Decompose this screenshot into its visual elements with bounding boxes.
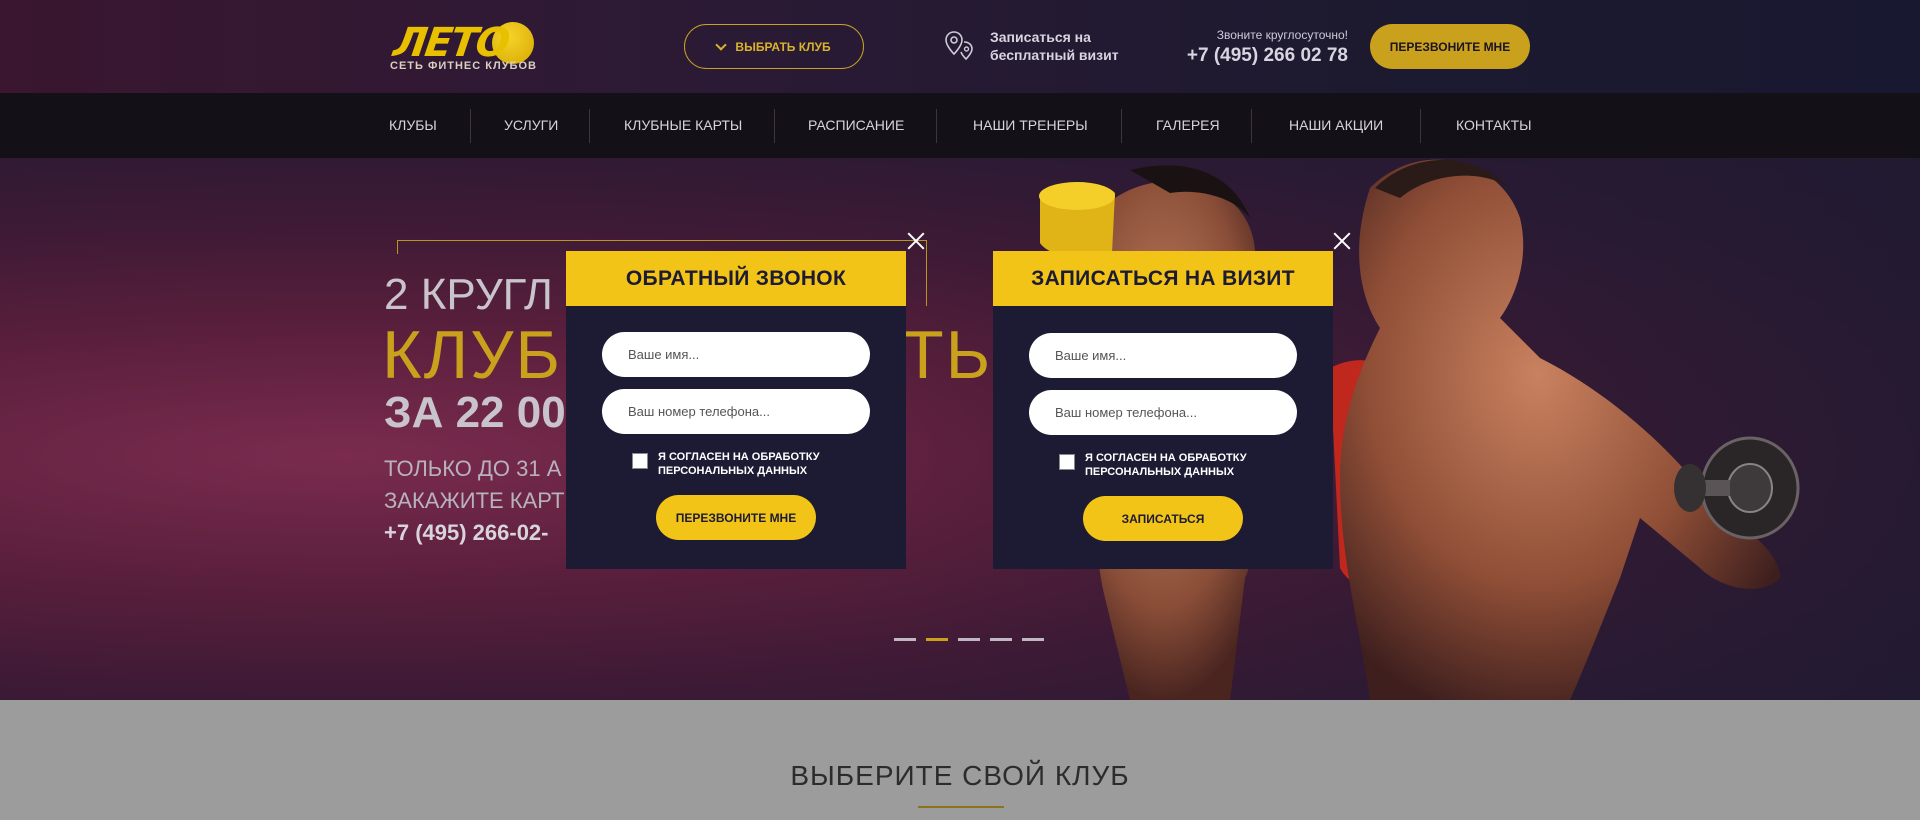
slider-dot[interactable] [990,638,1012,641]
nav-divider [936,109,937,143]
name-input[interactable] [602,332,870,377]
phone-number[interactable]: +7 (495) 266 02 78 [1150,45,1348,67]
nav-divider [589,109,590,143]
nav-divider [470,109,471,143]
consent-checkbox[interactable] [1059,454,1075,470]
phone-note: Звоните круглосуточно! [1216,28,1348,42]
chevron-down-icon [715,38,728,51]
nav-item-promotions[interactable]: НАШИ АКЦИИ [1289,93,1383,158]
hero-slider: 2 КРУГЛ КЛУБ ТЫ ЗА 22 00 ТОЛЬКО ДО 31 А З… [0,158,1920,700]
logo[interactable]: ЛЕТО СЕТЬ ФИТНЕС КЛУБОВ [388,18,538,76]
hero-headline-2-start: КЛУБ [382,317,563,393]
main-nav: КЛУБЫ УСЛУГИ КЛУБНЫЕ КАРТЫ РАСПИСАНИЕ НА… [0,93,1920,158]
callback-button[interactable]: ПЕРЕЗВОНИТЕ МНЕ [1370,24,1530,69]
slider-dot[interactable] [894,638,916,641]
free-visit-line2: бесплатный визит [990,47,1119,63]
hero-frame-right [926,240,927,306]
consent-checkbox[interactable] [632,453,648,469]
consent-row: Я СОГЛАСЕН НА ОБРАБОТКУ ПЕРСОНАЛЬНЫХ ДАН… [1059,451,1255,479]
hero-headline-1: 2 КРУГЛ [384,270,553,319]
nav-divider [774,109,775,143]
hero-price: ЗА 22 00 [384,388,566,437]
phone-input[interactable] [602,389,870,434]
hero-headline-2-end: ТЫ [902,317,1008,393]
section-divider [918,806,1004,808]
slider-dot[interactable] [958,638,980,641]
slider-dot[interactable] [1022,638,1044,641]
close-icon[interactable] [906,231,926,251]
nav-item-club-cards[interactable]: КЛУБНЫЕ КАРТЫ [624,93,742,158]
nav-divider [1251,109,1252,143]
modal-title: ЗАПИСАТЬСЯ НА ВИЗИТ [993,251,1333,306]
modal-title: ОБРАТНЫЙ ЗВОНОК [566,251,906,306]
nav-divider [1420,109,1421,143]
visit-submit-button[interactable]: ЗАПИСАТЬСЯ [1083,496,1243,541]
consent-row: Я СОГЛАСЕН НА ОБРАБОТКУ ПЕРСОНАЛЬНЫХ ДАН… [632,450,828,478]
name-input[interactable] [1029,333,1297,378]
map-pin-icon [945,31,973,61]
hero-frame-top [397,240,927,241]
visit-modal: ЗАПИСАТЬСЯ НА ВИЗИТ Я СОГЛАСЕН НА ОБРАБО… [993,251,1333,569]
free-visit-link[interactable]: Записаться на бесплатный визит [990,28,1119,64]
site-header: ЛЕТО СЕТЬ ФИТНЕС КЛУБОВ ВЫБРАТЬ КЛУБ Зап… [0,0,1920,93]
choose-club-section: ВЫБЕРИТЕ СВОЙ КЛУБ [0,700,1920,820]
slider-dots [894,638,1044,641]
free-visit-line1: Записаться на [990,29,1091,45]
nav-item-contacts[interactable]: КОНТАКТЫ [1456,93,1532,158]
choose-club-button[interactable]: ВЫБРАТЬ КЛУБ [684,24,864,69]
close-icon[interactable] [1332,231,1352,251]
nav-item-gallery[interactable]: ГАЛЕРЕЯ [1156,93,1220,158]
section-title: ВЫБЕРИТЕ СВОЙ КЛУБ [790,760,1130,791]
consent-label: Я СОГЛАСЕН НА ОБРАБОТКУ ПЕРСОНАЛЬНЫХ ДАН… [658,451,820,477]
nav-item-schedule[interactable]: РАСПИСАНИЕ [808,93,904,158]
consent-label: Я СОГЛАСЕН НА ОБРАБОТКУ ПЕРСОНАЛЬНЫХ ДАН… [1085,452,1247,478]
hero-cta-text: ЗАКАЖИТЕ КАРТ [384,488,565,513]
choose-club-label: ВЫБРАТЬ КЛУБ [735,39,831,54]
hero-phone[interactable]: +7 (495) 266-02- [384,520,549,546]
nav-item-clubs[interactable]: КЛУБЫ [389,93,437,158]
logo-subtitle: СЕТЬ ФИТНЕС КЛУБОВ [390,60,537,72]
nav-item-trainers[interactable]: НАШИ ТРЕНЕРЫ [973,93,1088,158]
slider-dot-active[interactable] [926,638,948,641]
hero-deadline: ТОЛЬКО ДО 31 А [384,456,562,481]
hero-frame-left [397,240,398,254]
nav-item-services[interactable]: УСЛУГИ [504,93,558,158]
phone-input[interactable] [1029,390,1297,435]
nav-divider [1121,109,1122,143]
callback-modal: ОБРАТНЫЙ ЗВОНОК Я СОГЛАСЕН НА ОБРАБОТКУ … [566,251,906,569]
callback-submit-button[interactable]: ПЕРЕЗВОНИТЕ МНЕ [656,495,816,540]
